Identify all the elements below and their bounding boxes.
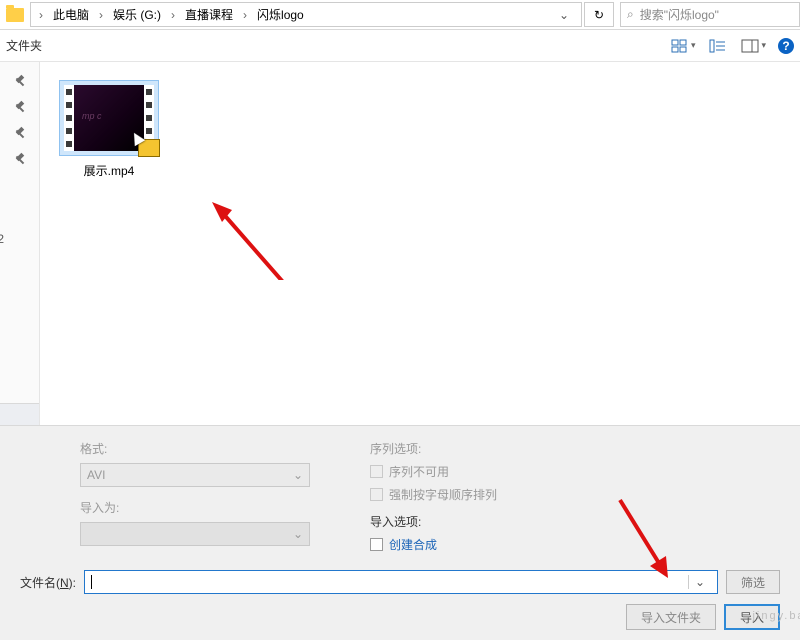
view-list-icon: [709, 39, 727, 53]
breadcrumb: › 此电脑 › 娱乐 (G:) › 直播课程 › 闪烁logo: [35, 4, 551, 25]
filename-label: 文件名(N):: [20, 574, 76, 591]
breadcrumb-item[interactable]: 直播课程: [181, 4, 237, 25]
breadcrumb-item[interactable]: 娱乐 (G:): [109, 4, 165, 25]
filename-input[interactable]: ⌄: [84, 570, 718, 594]
toolbar-folder-label: 文件夹: [6, 37, 42, 54]
force-alpha-order-checkbox: 强制按字母顺序排列: [370, 486, 497, 503]
filename-row: 文件名(N): ⌄ 筛选: [20, 570, 780, 594]
chevron-down-icon: ⌄: [293, 527, 303, 541]
view-mode-details-button[interactable]: [705, 37, 731, 55]
pin-icon[interactable]: [13, 100, 27, 114]
refresh-icon: ↻: [594, 8, 604, 22]
chevron-right-icon: ›: [167, 8, 179, 22]
force-alpha-order-label: 强制按字母顺序排列: [389, 486, 497, 503]
preview-pane-icon: [741, 39, 759, 53]
breadcrumb-item[interactable]: 闪烁logo: [253, 4, 308, 25]
checkbox-icon: [370, 465, 383, 478]
footer-panel: 格式: AVI ⌄ 导入为: ⌄ 序列选项: 序列不可用 强制按字母顺序排列 导…: [0, 425, 800, 640]
view-thumb-icon: [671, 39, 689, 53]
file-label: 展示.mp4: [54, 162, 164, 179]
filename-dropdown-icon[interactable]: ⌄: [688, 575, 711, 589]
search-placeholder: 搜索"闪烁logo": [640, 6, 719, 23]
chevron-right-icon: ›: [95, 8, 107, 22]
create-comp-checkbox[interactable]: 创建合成: [370, 536, 497, 553]
format-select[interactable]: AVI ⌄: [80, 463, 310, 487]
sequence-unavailable-label: 序列不可用: [389, 463, 449, 480]
filter-button-label: 筛选: [741, 574, 765, 591]
chevron-right-icon: ›: [239, 8, 251, 22]
import-folder-label: 导入文件夹: [641, 609, 701, 626]
watermark-text: jingy.bai: [752, 610, 800, 622]
checkbox-icon: [370, 538, 383, 551]
cursor-overlay-icon: [138, 139, 160, 157]
chevron-down-icon: ▾: [691, 40, 696, 51]
import-as-select[interactable]: ⌄: [80, 522, 310, 546]
sequence-unavailable-checkbox: 序列不可用: [370, 463, 497, 480]
format-value: AVI: [87, 468, 105, 482]
sidebar: fects2 材 C:): [0, 62, 40, 425]
breadcrumb-item[interactable]: 此电脑: [49, 4, 93, 25]
help-button[interactable]: ?: [778, 38, 794, 54]
folder-icon: [6, 8, 24, 22]
import-folder-button[interactable]: 导入文件夹: [626, 604, 716, 630]
pin-icon[interactable]: [13, 74, 27, 88]
address-dropdown-icon[interactable]: ⌄: [551, 8, 577, 22]
search-icon: ⌕: [627, 7, 634, 22]
address-bar-row: › 此电脑 › 娱乐 (G:) › 直播课程 › 闪烁logo ⌄ ↻ ⌕ 搜索…: [0, 0, 800, 30]
chevron-down-icon: ▾: [761, 40, 766, 51]
filter-button[interactable]: 筛选: [726, 570, 780, 594]
create-comp-label: 创建合成: [389, 536, 437, 553]
view-mode-large-button[interactable]: ▾: [667, 37, 700, 55]
import-as-label: 导入为:: [80, 499, 310, 516]
search-input[interactable]: ⌕ 搜索"闪烁logo": [620, 2, 800, 27]
sequence-options-label: 序列选项:: [370, 440, 497, 457]
file-thumb-selected: mp c: [59, 80, 159, 156]
sidebar-divider: [0, 403, 39, 425]
main-area: fects2 材 C:) mp c 展示.mp4: [0, 62, 800, 425]
footer-button-row: 导入文件夹 导入 jingy.bai: [626, 604, 780, 630]
folder-chip: [0, 0, 30, 29]
format-label: 格式:: [80, 440, 310, 457]
text-caret-icon: [91, 575, 92, 589]
preview-pane-button[interactable]: ▾: [737, 37, 770, 55]
help-icon: ?: [782, 39, 789, 53]
file-item[interactable]: mp c 展示.mp4: [54, 80, 164, 179]
import-button[interactable]: 导入 jingy.bai: [724, 604, 780, 630]
file-pane[interactable]: mp c 展示.mp4: [40, 62, 800, 425]
pin-icon[interactable]: [13, 152, 27, 166]
chevron-down-icon: ⌄: [293, 468, 303, 482]
import-options-label: 导入选项:: [370, 513, 497, 530]
toolbar: 文件夹 ▾ ▾ ?: [0, 30, 800, 62]
chevron-right-icon: ›: [35, 8, 47, 22]
video-thumb-icon: mp c: [64, 85, 154, 151]
pin-icon[interactable]: [13, 126, 27, 140]
checkbox-icon: [370, 488, 383, 501]
thumb-overlay-text: mp c: [82, 111, 102, 121]
annotation-arrow-icon: [210, 200, 290, 280]
refresh-button[interactable]: ↻: [584, 2, 614, 27]
sidebar-item-truncated[interactable]: fects2: [0, 232, 4, 246]
address-bar[interactable]: › 此电脑 › 娱乐 (G:) › 直播课程 › 闪烁logo ⌄: [30, 2, 582, 27]
